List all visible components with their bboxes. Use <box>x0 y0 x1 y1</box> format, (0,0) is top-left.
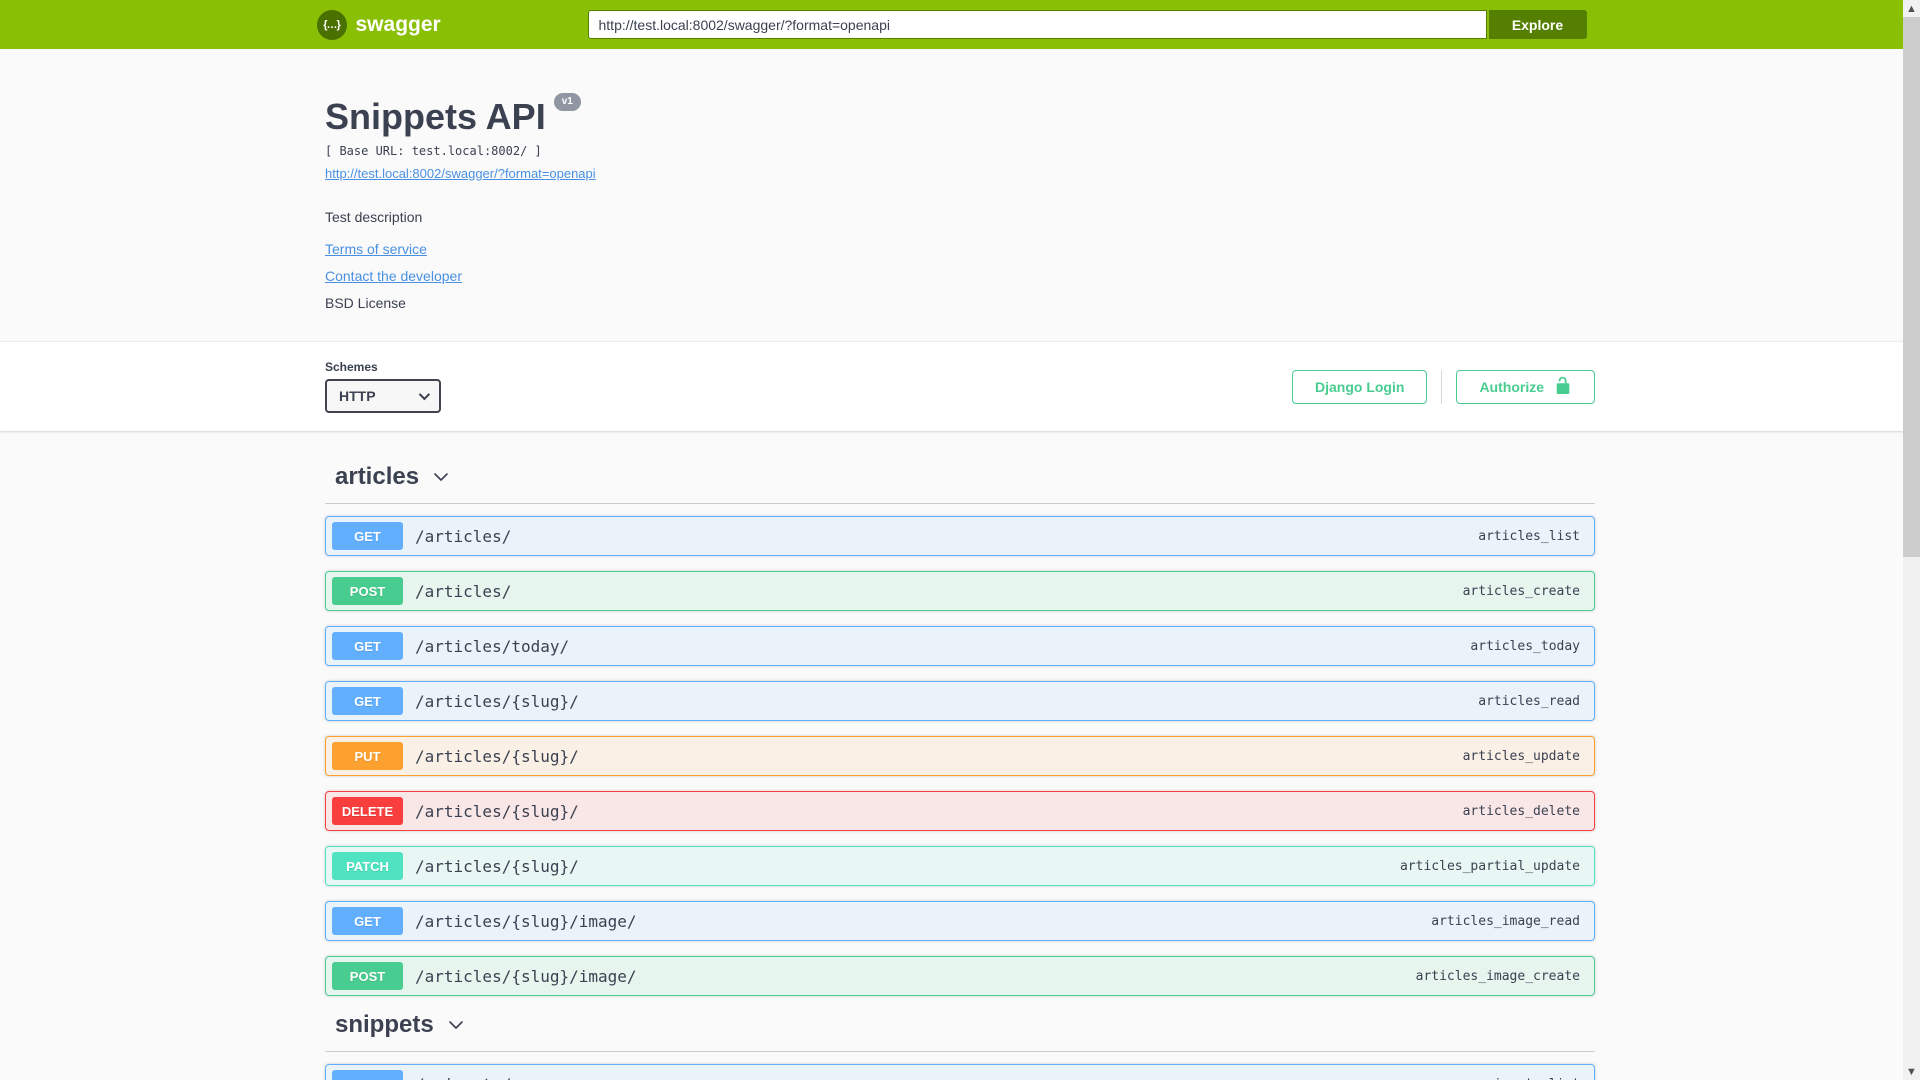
version-badge: v1 <box>553 93 581 111</box>
method-badge: GET <box>332 687 403 715</box>
authorize-label: Authorize <box>1479 378 1544 395</box>
operation-id: articles_partial_update <box>1399 858 1580 874</box>
spec-url-input[interactable] <box>587 10 1487 39</box>
terms-of-service-link[interactable]: Terms of service <box>325 241 427 257</box>
api-title-text: Snippets API <box>325 96 546 137</box>
tag-section-snippets: snippets GET /snippets/ snippets_list <box>325 1011 1595 1080</box>
operation-row[interactable]: GET /articles/{slug}/image/ articles_ima… <box>325 901 1595 941</box>
operation-row[interactable]: DELETE /articles/{slug}/ articles_delete <box>325 791 1595 831</box>
method-badge: GET <box>332 632 403 660</box>
swagger-logo-icon: {…} <box>316 9 347 40</box>
operation-id: articles_read <box>1478 693 1580 709</box>
brand-name: swagger <box>355 12 441 36</box>
scheme-container: Schemes HTTP Django Login Authorize <box>0 341 1920 431</box>
chevron-down-icon <box>446 1015 466 1035</box>
operations-section: articles GET /articles/ articles_list PO… <box>325 463 1595 1080</box>
auth-divider <box>1441 369 1443 404</box>
operation-id: articles_image_read <box>1431 913 1580 929</box>
operation-row[interactable]: PUT /articles/{slug}/ articles_update <box>325 736 1595 776</box>
tag-name: articles <box>335 463 420 490</box>
explore-button[interactable]: Explore <box>1488 10 1587 39</box>
operation-path: /articles/{slug}/image/ <box>415 966 637 986</box>
operation-path: /articles/{slug}/ <box>415 691 579 711</box>
operation-id: articles_create <box>1462 583 1580 599</box>
method-badge: PATCH <box>332 852 403 880</box>
operation-path: /articles/ <box>415 526 512 546</box>
method-badge: PUT <box>332 742 403 770</box>
scrollbar-thumb[interactable] <box>1903 17 1920 557</box>
authorize-button[interactable]: Authorize <box>1456 369 1595 404</box>
scroll-down-arrow-icon[interactable]: ▼ <box>1903 1063 1920 1080</box>
schemes-selected-value: HTTP <box>339 388 376 404</box>
operation-path: /articles/{slug}/ <box>415 856 579 876</box>
chevron-down-icon <box>418 388 431 401</box>
django-login-label: Django Login <box>1315 378 1405 395</box>
api-info-section: Snippets API v1 [ Base URL: test.local:8… <box>0 49 1920 341</box>
contact-developer-link[interactable]: Contact the developer <box>325 268 462 284</box>
method-badge: POST <box>332 962 403 990</box>
operation-row[interactable]: POST /articles/{slug}/image/ articles_im… <box>325 956 1595 996</box>
vertical-scrollbar[interactable]: ▲ ▼ <box>1903 0 1920 1080</box>
method-badge: GET <box>332 1070 403 1080</box>
spec-link[interactable]: http://test.local:8002/swagger/?format=o… <box>325 166 596 181</box>
tag-name: snippets <box>335 1011 434 1038</box>
operation-id: articles_update <box>1462 748 1580 764</box>
schemes-label: Schemes <box>325 360 378 374</box>
operation-path: /articles/ <box>415 581 512 601</box>
scroll-up-arrow-icon[interactable]: ▲ <box>1903 0 1920 17</box>
operation-row[interactable]: POST /articles/ articles_create <box>325 571 1595 611</box>
operation-path: /articles/today/ <box>415 636 570 656</box>
method-badge: DELETE <box>332 797 403 825</box>
method-badge: GET <box>332 522 403 550</box>
topbar: {…} swagger Explore <box>0 0 1903 49</box>
page-title: Snippets API v1 <box>325 93 581 137</box>
swagger-brand: {…} swagger <box>316 9 441 40</box>
operation-id: articles_today <box>1470 638 1580 654</box>
api-description: Test description <box>325 209 423 225</box>
chevron-down-icon <box>431 467 451 487</box>
operation-id: articles_delete <box>1462 803 1580 819</box>
tag-header[interactable]: snippets <box>325 1011 1595 1052</box>
tag-header[interactable]: articles <box>325 463 1595 504</box>
operation-list: GET /articles/ articles_list POST /artic… <box>325 504 1595 996</box>
operation-row[interactable]: GET /articles/ articles_list <box>325 516 1595 556</box>
base-url: [ Base URL: test.local:8002/ ] <box>325 144 542 158</box>
method-badge: POST <box>332 577 403 605</box>
schemes-select[interactable]: HTTP <box>325 379 441 413</box>
unlocked-padlock-icon <box>1554 376 1572 397</box>
operation-path: /articles/{slug}/image/ <box>415 911 637 931</box>
operation-list: GET /snippets/ snippets_list <box>325 1052 1595 1080</box>
operation-id: articles_image_create <box>1415 968 1580 984</box>
operation-path: /articles/{slug}/ <box>415 746 579 766</box>
operation-row[interactable]: PATCH /articles/{slug}/ articles_partial… <box>325 846 1595 886</box>
operation-path: /articles/{slug}/ <box>415 801 579 821</box>
operation-id: snippets_list <box>1478 1077 1580 1080</box>
operation-row[interactable]: GET /articles/{slug}/ articles_read <box>325 681 1595 721</box>
django-login-button[interactable]: Django Login <box>1292 369 1428 404</box>
license-text: BSD License <box>325 295 406 311</box>
method-badge: GET <box>332 907 403 935</box>
tag-section-articles: articles GET /articles/ articles_list PO… <box>325 463 1595 996</box>
operation-path: /snippets/ <box>415 1075 511 1080</box>
operation-id: articles_list <box>1478 528 1580 544</box>
operation-row[interactable]: GET /articles/today/ articles_today <box>325 626 1595 666</box>
operation-row[interactable]: GET /snippets/ snippets_list <box>325 1064 1595 1080</box>
